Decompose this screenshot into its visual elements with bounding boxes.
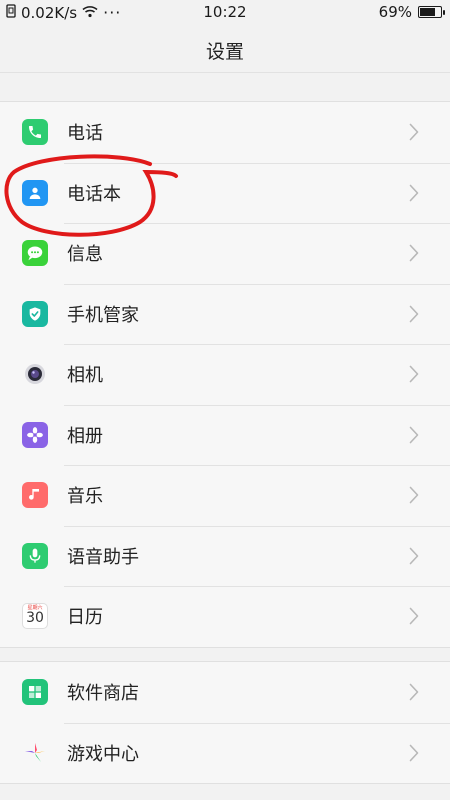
settings-item-phone[interactable]: 电话: [0, 102, 450, 163]
contacts-icon: [22, 179, 48, 206]
chevron-right-icon: [408, 485, 420, 505]
settings-item-app-store[interactable]: 软件商店: [0, 662, 450, 723]
chevron-right-icon: [408, 743, 420, 763]
settings-item-microphone[interactable]: 语音助手: [0, 525, 450, 587]
settings-item-label: 电话本: [67, 183, 121, 205]
settings-item-label: 信息: [67, 244, 103, 266]
chevron-right-icon: [408, 546, 420, 566]
shield-check-icon: [22, 300, 48, 327]
settings-item-label: 电话: [67, 123, 103, 145]
settings-section-apps: 电话电话本信息手机管家相机相册音乐语音助手星期六 30 日历: [0, 101, 450, 648]
settings-item-calendar[interactable]: 星期六 30 日历: [0, 586, 450, 647]
settings-item-label: 语音助手: [67, 546, 139, 568]
chevron-right-icon: [408, 682, 420, 702]
chevron-right-icon: [408, 183, 420, 203]
battery-icon: [418, 6, 445, 18]
chevron-right-icon: [408, 425, 420, 445]
battery-fill: [420, 8, 436, 16]
message-icon: [22, 240, 48, 267]
settings-item-flower[interactable]: 相册: [0, 404, 450, 466]
flower-icon: [22, 421, 48, 448]
settings-section-store: 软件商店 游戏中心: [0, 661, 450, 784]
settings-item-label: 音乐: [67, 486, 103, 508]
app-store-icon: [22, 679, 48, 706]
music-note-icon: [22, 482, 48, 509]
star-game-icon: [22, 740, 48, 766]
calendar-icon: 星期六 30: [22, 603, 48, 630]
battery-percent: 69%: [378, 3, 412, 21]
settings-item-label: 日历: [67, 607, 103, 629]
chevron-right-icon: [408, 122, 420, 142]
settings-screen: 0.02K/s ··· 10:22 69% 设置 电话电话本信息手机管家相机相册…: [0, 0, 450, 800]
microphone-icon: [22, 542, 48, 569]
settings-item-label: 手机管家: [67, 304, 139, 326]
settings-item-message[interactable]: 信息: [0, 223, 450, 284]
status-right: 69%: [378, 3, 445, 21]
settings-item-star-game[interactable]: 游戏中心: [0, 722, 450, 784]
nav-bar: 设置: [0, 24, 450, 72]
chevron-right-icon: [408, 364, 420, 384]
settings-item-label: 软件商店: [67, 683, 139, 705]
phone-icon: [22, 119, 48, 146]
settings-item-shield-check[interactable]: 手机管家: [0, 283, 450, 345]
settings-item-label: 相册: [67, 425, 103, 447]
camera-icon: [22, 361, 48, 387]
header-divider: [0, 72, 450, 73]
calendar-day: 30: [26, 610, 44, 627]
settings-item-music-note[interactable]: 音乐: [0, 465, 450, 526]
settings-item-contacts[interactable]: 电话本: [0, 162, 450, 224]
settings-item-label: 相机: [67, 365, 103, 387]
status-bar: 0.02K/s ··· 10:22 69%: [0, 0, 450, 24]
settings-item-camera[interactable]: 相机: [0, 344, 450, 405]
settings-item-label: 游戏中心: [67, 743, 139, 765]
page-title: 设置: [205, 41, 244, 63]
chevron-right-icon: [408, 304, 420, 324]
chevron-right-icon: [408, 243, 420, 263]
chevron-right-icon: [408, 606, 420, 626]
